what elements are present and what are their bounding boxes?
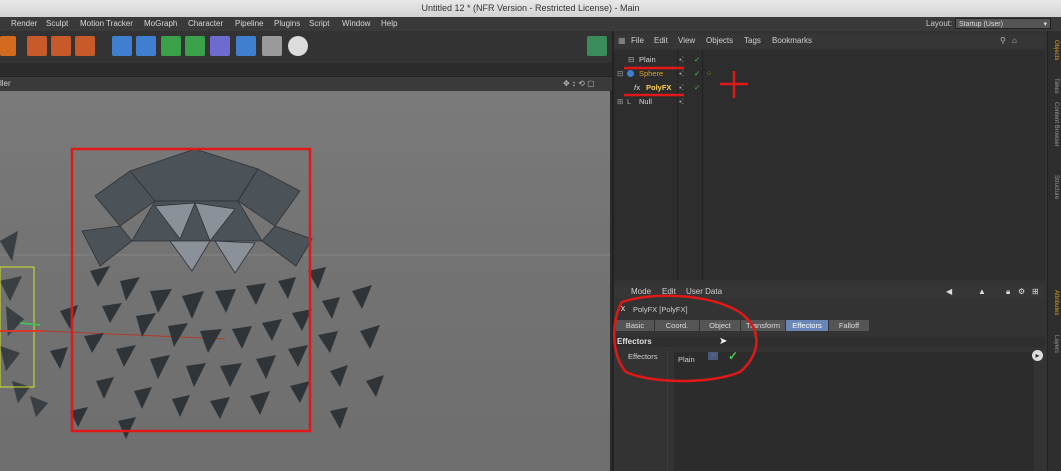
viewport-canvas bbox=[0, 147, 610, 439]
list-options-icon[interactable]: ▸ bbox=[1032, 350, 1043, 361]
light-icon[interactable] bbox=[288, 36, 308, 56]
chevron-down-icon: ▾ bbox=[1043, 21, 1047, 28]
om-menu-file[interactable]: File bbox=[631, 34, 644, 48]
floor-icon[interactable] bbox=[236, 36, 256, 56]
render-view-icon[interactable] bbox=[27, 36, 47, 56]
gear-icon[interactable]: ⚙ bbox=[1018, 285, 1025, 298]
side-tab-objects[interactable]: Objects bbox=[1049, 40, 1059, 60]
cube-icon[interactable] bbox=[112, 36, 132, 56]
menu-character[interactable]: Character bbox=[188, 17, 223, 31]
pen-spline-icon[interactable] bbox=[136, 36, 156, 56]
annotation-red-loop bbox=[613, 294, 758, 383]
side-tab-content-browser[interactable]: Content Browser bbox=[1049, 102, 1059, 147]
layout-value: Startup (User) bbox=[959, 21, 1003, 28]
subdivision-icon[interactable] bbox=[161, 36, 181, 56]
tab-falloff[interactable]: Falloff bbox=[829, 320, 870, 331]
move-tool-icon[interactable] bbox=[0, 36, 16, 56]
menu-help[interactable]: Help bbox=[381, 17, 397, 31]
viewport-label: ller bbox=[0, 79, 11, 88]
side-tab-strip bbox=[1047, 31, 1061, 471]
polyfx-scattered-shards bbox=[50, 266, 384, 439]
tab-effectors[interactable]: Effectors bbox=[786, 320, 829, 331]
menu-bar: Render Sculpt Motion Tracker MoGraph Cha… bbox=[0, 17, 1061, 32]
menu-sculpt[interactable]: Sculpt bbox=[46, 17, 68, 31]
back-arrow-icon[interactable]: ◀ bbox=[946, 285, 952, 298]
snap-icon[interactable] bbox=[587, 36, 607, 56]
om-menu-objects[interactable]: Objects bbox=[706, 34, 733, 48]
render-settings-icon[interactable] bbox=[75, 36, 95, 56]
grid-icon: ▦ bbox=[618, 36, 626, 45]
annotation-overlay bbox=[624, 66, 748, 98]
om-menu-edit[interactable]: Edit bbox=[654, 34, 668, 48]
menu-motion-tracker[interactable]: Motion Tracker bbox=[80, 17, 133, 31]
layout-select[interactable]: Startup (User) ▾ bbox=[955, 18, 1051, 29]
maximize-icon[interactable]: ⊞ bbox=[1032, 285, 1039, 298]
main-toolbar bbox=[0, 31, 612, 63]
menu-mograph[interactable]: MoGraph bbox=[144, 17, 177, 31]
up-arrow-icon[interactable]: ▲ bbox=[978, 285, 986, 298]
object-list: ⊟ Plain ▪⁚ ✓ ⊟ Sphere ▪⁚ ✓ ⁘ 𝑓x PolyFX ▪… bbox=[614, 50, 1045, 280]
om-menu-view[interactable]: View bbox=[678, 34, 695, 48]
side-tab-layers[interactable]: Layers bbox=[1049, 335, 1059, 353]
side-tab-structure[interactable]: Structure bbox=[1049, 175, 1059, 199]
viewport-header: ller ✥ ↕ ⟲ ▢ bbox=[0, 76, 612, 92]
om-menu-tags[interactable]: Tags bbox=[744, 34, 761, 48]
deformer-icon[interactable] bbox=[210, 36, 230, 56]
menu-render[interactable]: Render bbox=[11, 17, 37, 31]
layout-label: Layout: bbox=[926, 19, 953, 28]
cloner-icon[interactable] bbox=[185, 36, 205, 56]
y-axis-handle bbox=[19, 322, 41, 326]
menu-plugins[interactable]: Plugins bbox=[274, 17, 300, 31]
3d-viewport[interactable] bbox=[0, 91, 610, 471]
side-tab-attributes[interactable]: Attributes bbox=[1049, 290, 1059, 315]
home-icon[interactable]: ⌂ bbox=[1012, 34, 1017, 48]
object-manager-menu: ▦ File Edit View Objects Tags Bookmarks … bbox=[614, 34, 1045, 48]
lock-icon[interactable]: 🔒︎ bbox=[1006, 285, 1010, 298]
menu-script[interactable]: Script bbox=[309, 17, 329, 31]
menu-pipeline[interactable]: Pipeline bbox=[235, 17, 263, 31]
camera-icon[interactable] bbox=[262, 36, 282, 56]
side-tab-takes[interactable]: Takes bbox=[1049, 78, 1059, 94]
search-icon[interactable]: ⚲ bbox=[1000, 34, 1006, 48]
menu-window[interactable]: Window bbox=[342, 17, 370, 31]
om-menu-bookmarks[interactable]: Bookmarks bbox=[772, 34, 812, 48]
render-picture-viewer-icon[interactable] bbox=[51, 36, 71, 56]
viewport-nav-icon[interactable]: ✥ ↕ ⟲ ▢ bbox=[563, 77, 595, 91]
window-title: Untitled 12 * (NFR Version - Restricted … bbox=[0, 0, 1061, 17]
